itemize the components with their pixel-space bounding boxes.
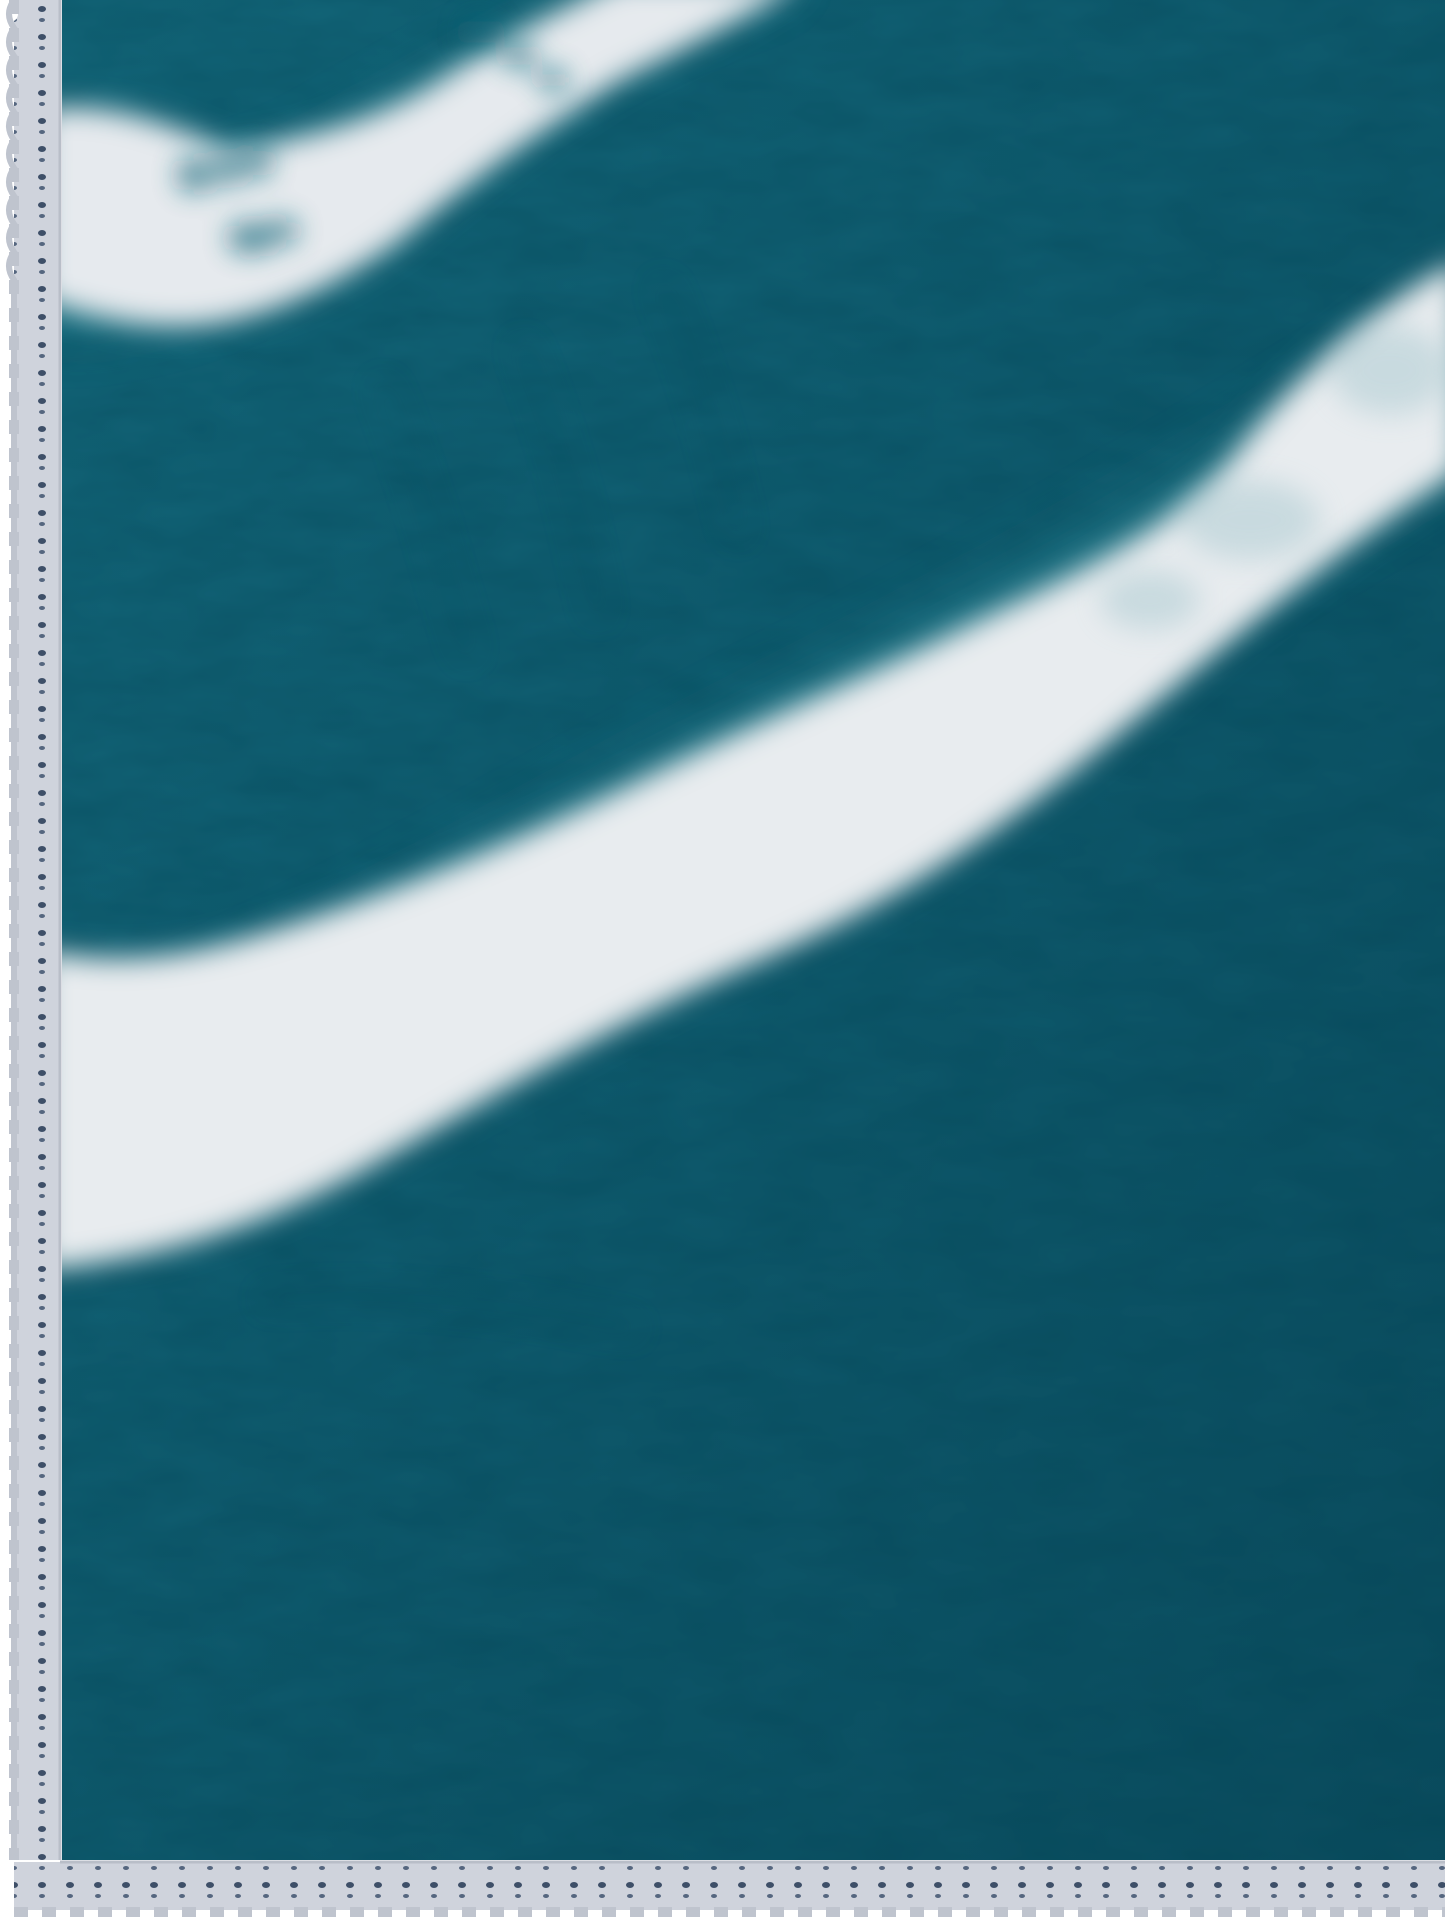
- fabric-photo: [0, 0, 1445, 1926]
- fabric-dye-area: [62, 0, 1445, 1860]
- fabric-illustration: [0, 0, 1445, 1926]
